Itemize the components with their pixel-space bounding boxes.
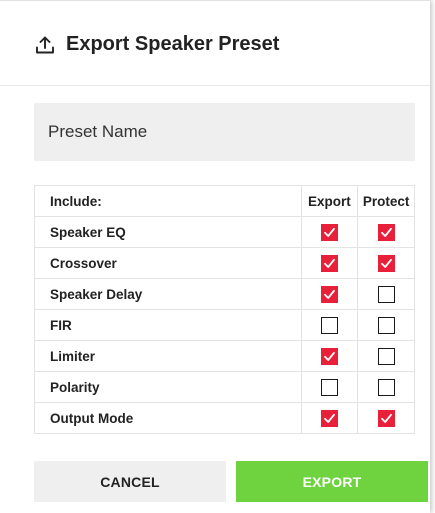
export-cell	[300, 278, 359, 310]
options-body: Speaker EQ Crossover Speaker Delay FIR Limit…	[34, 216, 415, 434]
option-label: Limiter	[34, 340, 302, 372]
export-cell	[300, 247, 359, 279]
preset-name-input[interactable]	[34, 103, 415, 161]
option-row-crossover: Crossover	[34, 247, 415, 279]
protect-checkbox-limiter[interactable]	[377, 347, 395, 365]
protect-cell	[357, 402, 415, 434]
export-cell	[300, 402, 359, 434]
table-header-row: Include: Export Protect	[34, 185, 415, 217]
include-options-table: Include: Export Protect Speaker EQ Crosso…	[34, 185, 415, 434]
protect-checkbox-crossover[interactable]	[377, 254, 395, 272]
export-cell	[300, 309, 359, 341]
export-checkbox-speaker-eq[interactable]	[320, 223, 338, 241]
export-checkbox-limiter[interactable]	[320, 347, 338, 365]
include-header: Include:	[34, 185, 302, 217]
option-label: Output Mode	[34, 402, 302, 434]
protect-checkbox-fir[interactable]	[377, 316, 395, 334]
option-row-output-mode: Output Mode	[34, 402, 415, 434]
export-cell	[300, 371, 359, 403]
option-label: Speaker EQ	[34, 216, 302, 248]
export-checkbox-polarity[interactable]	[320, 378, 338, 396]
option-row-speaker-delay: Speaker Delay	[34, 278, 415, 310]
protect-checkbox-speaker-eq[interactable]	[377, 223, 395, 241]
option-label: FIR	[34, 309, 302, 341]
option-label: Crossover	[34, 247, 302, 279]
dialog-title: Export Speaker Preset	[66, 33, 280, 55]
export-cell	[300, 340, 359, 372]
header-divider	[0, 85, 430, 86]
export-cell	[300, 216, 359, 248]
export-checkbox-output-mode[interactable]	[320, 409, 338, 427]
option-row-polarity: Polarity	[34, 371, 415, 403]
protect-checkbox-output-mode[interactable]	[377, 409, 395, 427]
export-checkbox-crossover[interactable]	[320, 254, 338, 272]
option-row-fir: FIR	[34, 309, 415, 341]
option-label: Polarity	[34, 371, 302, 403]
export-preset-dialog: Export Speaker Preset Include: Export Pr…	[0, 0, 430, 513]
option-label: Speaker Delay	[34, 278, 302, 310]
protect-cell	[357, 247, 415, 279]
cancel-button[interactable]: CANCEL	[34, 461, 226, 502]
protect-cell	[357, 216, 415, 248]
protect-column-header: Protect	[357, 185, 415, 217]
export-button[interactable]: EXPORT	[236, 461, 428, 502]
protect-cell	[357, 278, 415, 310]
option-row-speaker-eq: Speaker EQ	[34, 216, 415, 248]
option-row-limiter: Limiter	[34, 340, 415, 372]
export-column-header: Export	[300, 185, 359, 217]
dialog-header: Export Speaker Preset	[34, 33, 279, 56]
upload-icon	[34, 34, 56, 56]
export-checkbox-speaker-delay[interactable]	[320, 285, 338, 303]
protect-cell	[357, 371, 415, 403]
protect-cell	[357, 340, 415, 372]
protect-cell	[357, 309, 415, 341]
export-checkbox-fir[interactable]	[320, 316, 338, 334]
protect-checkbox-polarity[interactable]	[377, 378, 395, 396]
protect-checkbox-speaker-delay[interactable]	[377, 285, 395, 303]
